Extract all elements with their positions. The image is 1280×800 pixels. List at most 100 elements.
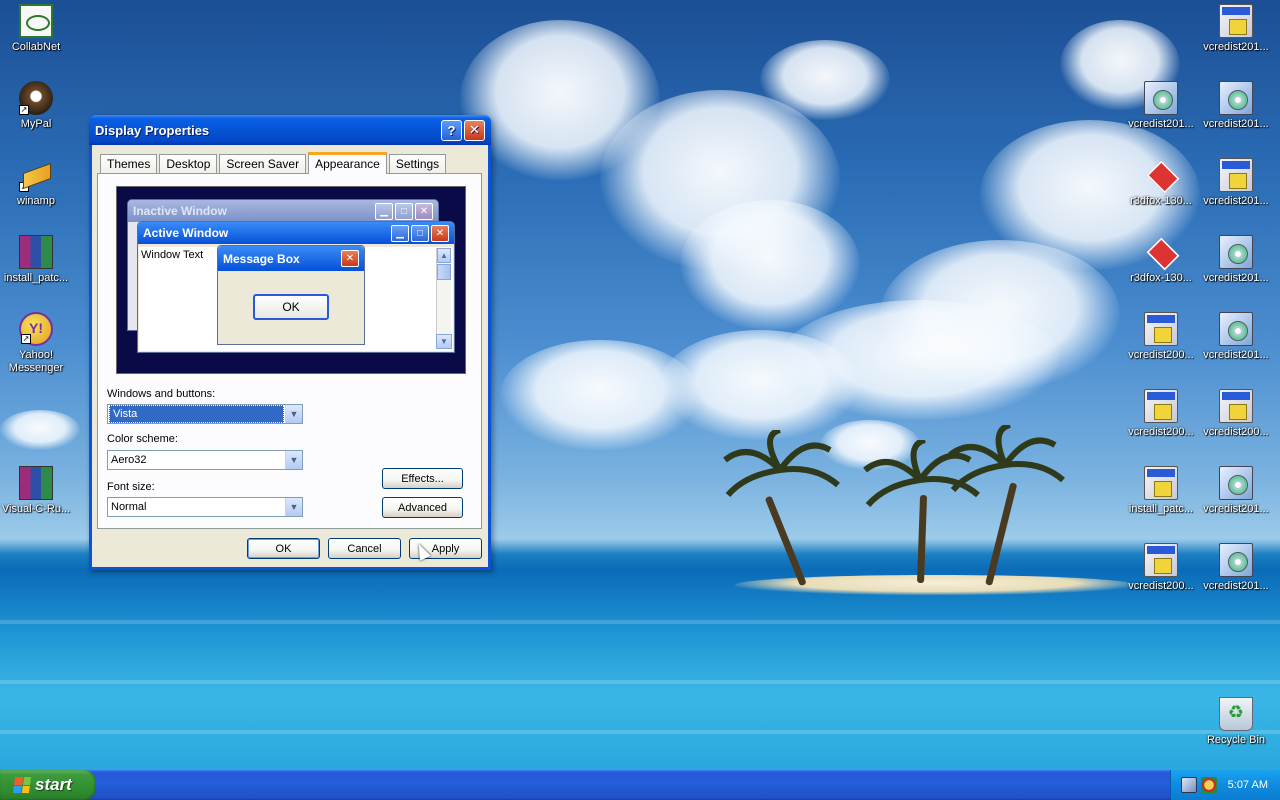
dialog-title: Display Properties bbox=[95, 122, 210, 138]
font-size-label: Font size: bbox=[107, 481, 155, 493]
desktop-icon-vcredist[interactable]: vcredist201... bbox=[1123, 81, 1199, 131]
sea-shine bbox=[0, 730, 1280, 734]
palm-trunk bbox=[764, 495, 807, 587]
scroll-down-arrow-icon: ▼ bbox=[436, 334, 452, 349]
tab-settings[interactable]: Settings bbox=[388, 154, 447, 173]
desktop-icon-label: Yahoo! Messenger bbox=[8, 349, 64, 374]
desktop-icon-vcredist[interactable]: vcredist201... bbox=[1198, 235, 1274, 285]
scroll-up-arrow-icon: ▲ bbox=[437, 248, 451, 263]
sea-shine bbox=[0, 620, 1280, 624]
desktop-icon-label: Recycle Bin bbox=[1206, 734, 1266, 746]
desktop-icon-vcredist[interactable]: vcredist200... bbox=[1198, 389, 1274, 439]
desktop-icon-label: Visual-C-Ru... bbox=[1, 503, 71, 515]
close-button[interactable]: ✕ bbox=[464, 119, 485, 141]
desktop-icon-label: winamp bbox=[17, 195, 55, 207]
installer-cd-icon bbox=[1219, 81, 1253, 115]
start-label: start bbox=[35, 775, 72, 794]
desktop-icon-label: r3dfox-130... bbox=[1130, 272, 1192, 284]
installer-cd-icon bbox=[1219, 466, 1253, 500]
minimize-icon: ▁ bbox=[375, 202, 393, 220]
desktop-icon-r3dfox[interactable]: r3dfox-130... bbox=[1123, 235, 1199, 285]
desktop-icon-label: vcredist201... bbox=[1203, 41, 1269, 53]
desktop-icon-vcredist[interactable]: vcredist201... bbox=[1198, 466, 1274, 516]
desktop-icon-vcredist[interactable]: vcredist200... bbox=[1123, 389, 1199, 439]
recycle-bin-icon bbox=[1219, 697, 1253, 731]
preview-scrollbar: ▲ ▼ bbox=[436, 248, 452, 349]
color-scheme-select[interactable]: Aero32 ▼ bbox=[107, 450, 303, 470]
installer-cd-icon bbox=[1144, 81, 1178, 115]
preview-window-text: Window Text bbox=[141, 249, 204, 261]
installer-icon bbox=[1219, 4, 1253, 38]
desktop-icon-visual-c-runtime[interactable]: Visual-C-Ru... bbox=[0, 466, 74, 516]
help-button[interactable]: ? bbox=[441, 119, 462, 141]
chevron-down-icon[interactable]: ▼ bbox=[285, 405, 302, 423]
installer-cd-icon bbox=[1219, 235, 1253, 269]
desktop-icon-mypal[interactable]: ↗ MyPal bbox=[0, 81, 74, 131]
desktop-icon-install-patch[interactable]: install_patc... bbox=[0, 235, 74, 285]
installer-cd-icon bbox=[1219, 312, 1253, 346]
palm-leaves bbox=[948, 425, 1065, 493]
advanced-button[interactable]: Advanced bbox=[382, 497, 463, 518]
desktop-icon-r3dfox[interactable]: r3dfox-130... bbox=[1123, 158, 1199, 208]
desktop-icon-vcredist[interactable]: vcredist201... bbox=[1198, 543, 1274, 593]
desktop-icon-label: vcredist201... bbox=[1203, 272, 1269, 284]
desktop-icon-install-patch[interactable]: install_patc... bbox=[1123, 466, 1199, 516]
tab-appearance[interactable]: Appearance bbox=[308, 152, 387, 174]
desktop-icon-vcredist[interactable]: vcredist201... bbox=[1198, 4, 1274, 54]
cancel-button[interactable]: Cancel bbox=[328, 538, 401, 559]
font-size-value: Normal bbox=[111, 501, 147, 513]
desktop-icon-label: MyPal bbox=[20, 118, 52, 130]
security-shield-icon[interactable] bbox=[1201, 777, 1217, 793]
desktop-icon-label: vcredist201... bbox=[1203, 580, 1269, 592]
scroll-thumb bbox=[437, 264, 451, 280]
desktop-icon-label: install_patc... bbox=[1128, 503, 1194, 515]
preview-inactive-title: Inactive Window bbox=[133, 204, 227, 218]
taskbar: start 5:07 AM bbox=[0, 770, 1280, 800]
dialog-titlebar[interactable]: Display Properties ? ✕ bbox=[89, 115, 491, 145]
desktop-icon-vcredist[interactable]: vcredist201... bbox=[1198, 158, 1274, 208]
installer-icon bbox=[1144, 312, 1178, 346]
winrar-archive-icon bbox=[19, 466, 53, 500]
installer-icon bbox=[1219, 158, 1253, 192]
windows-buttons-label: Windows and buttons: bbox=[107, 388, 216, 400]
island bbox=[735, 575, 1135, 595]
maximize-icon: □ bbox=[411, 224, 429, 242]
desktop-icon-label: vcredist200... bbox=[1128, 426, 1194, 438]
desktop-icon-label: vcredist201... bbox=[1128, 118, 1194, 130]
cloud bbox=[0, 410, 80, 450]
color-scheme-value: Aero32 bbox=[111, 454, 147, 466]
winamp-icon: ↗ bbox=[19, 158, 53, 192]
effects-button[interactable]: Effects... bbox=[382, 468, 463, 489]
windows-buttons-select[interactable]: Vista ▼ bbox=[107, 404, 303, 424]
collabnet-icon bbox=[19, 4, 53, 38]
desktop-icon-yahoo-messenger[interactable]: ↗ Yahoo! Messenger bbox=[0, 312, 74, 375]
desktop-icon-vcredist[interactable]: vcredist200... bbox=[1123, 312, 1199, 362]
desktop-icon-winamp[interactable]: ↗ winamp bbox=[0, 158, 74, 208]
sea-shine bbox=[0, 680, 1280, 684]
gear-window-icon bbox=[1144, 466, 1178, 500]
chevron-down-icon[interactable]: ▼ bbox=[285, 498, 302, 516]
tab-themes[interactable]: Themes bbox=[100, 154, 158, 173]
start-button[interactable]: start bbox=[0, 770, 96, 800]
desktop-icon-vcredist[interactable]: vcredist200... bbox=[1123, 543, 1199, 593]
desktop-icon-vcredist[interactable]: vcredist201... bbox=[1198, 81, 1274, 131]
close-icon: ✕ bbox=[415, 202, 433, 220]
palm-trunk bbox=[985, 482, 1018, 586]
network-icon[interactable] bbox=[1181, 777, 1197, 793]
desktop-icon-collabnet[interactable]: CollabNet bbox=[0, 4, 74, 54]
windows-buttons-value: Vista bbox=[109, 405, 284, 423]
desktop-icon-label: vcredist201... bbox=[1203, 195, 1269, 207]
preview-active-title: Active Window bbox=[143, 226, 229, 240]
close-icon: ✕ bbox=[431, 224, 449, 242]
desktop-icon-label: vcredist201... bbox=[1203, 118, 1269, 130]
close-icon: ✕ bbox=[341, 250, 359, 267]
desktop-icon-vcredist[interactable]: vcredist201... bbox=[1198, 312, 1274, 362]
clock[interactable]: 5:07 AM bbox=[1228, 779, 1268, 791]
tab-desktop[interactable]: Desktop bbox=[159, 154, 218, 173]
desktop-icon-recycle-bin[interactable]: Recycle Bin bbox=[1198, 697, 1274, 747]
desktop-icon-label: vcredist201... bbox=[1203, 349, 1269, 361]
ok-button[interactable]: OK bbox=[247, 538, 320, 559]
tab-screen-saver[interactable]: Screen Saver bbox=[219, 154, 307, 173]
font-size-select[interactable]: Normal ▼ bbox=[107, 497, 303, 517]
chevron-down-icon[interactable]: ▼ bbox=[285, 451, 302, 469]
